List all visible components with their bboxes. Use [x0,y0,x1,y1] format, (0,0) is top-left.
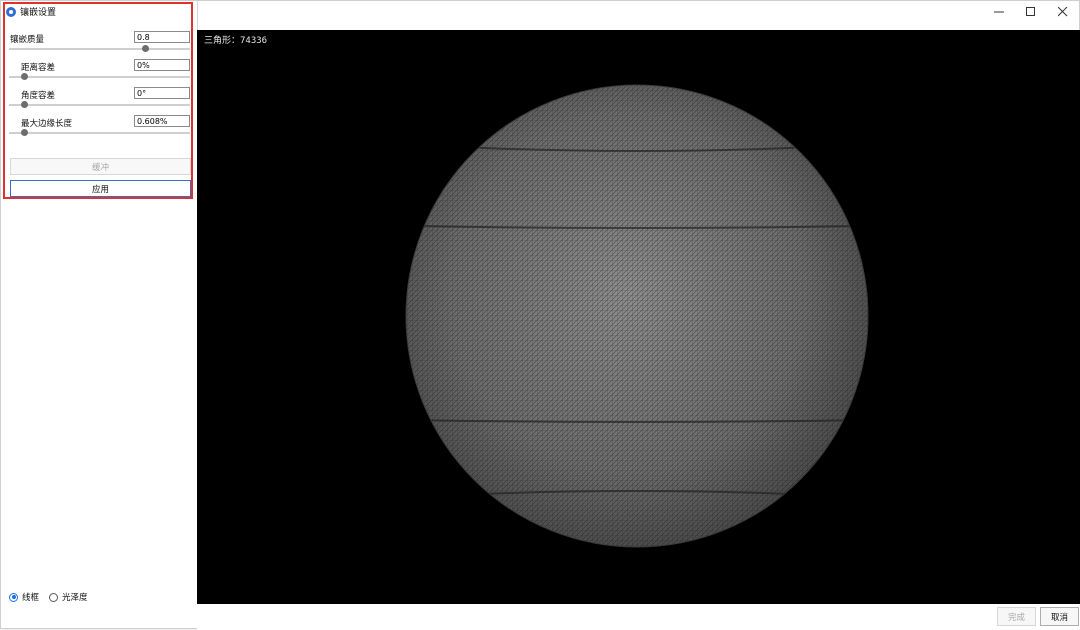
maximize-button[interactable] [1015,1,1047,23]
slider-thumb[interactable] [21,101,28,108]
view-mode-gloss-label: 光泽度 [62,593,88,603]
settings-sidebar: 镶嵌设置 镶嵌质量 距离容差 角度容差 最大边缘长度 缓冲 [1,1,198,606]
reset-button[interactable]: 缓冲 [10,158,191,175]
window-controls [983,1,1079,23]
close-button[interactable] [1047,1,1079,23]
minimize-icon [994,11,1004,13]
slider-thumb[interactable] [21,73,28,80]
minimize-button[interactable] [983,1,1015,23]
close-icon [1058,7,1068,17]
radio-checked-icon[interactable] [9,592,18,602]
sphere-wireframe [405,84,869,548]
slider-track [9,132,190,134]
done-button[interactable]: 完成 [997,607,1036,626]
slider-thumb[interactable] [141,45,149,52]
panel-title: 镶嵌设置 [20,8,57,18]
slider-track [9,48,190,50]
app-logo-icon [6,6,16,17]
apply-button[interactable]: 应用 [10,180,191,197]
distance-tolerance-input[interactable] [134,59,190,71]
max-edge-length-input[interactable] [134,115,190,127]
angle-tolerance-input[interactable] [134,87,190,99]
tessellation-window: 镶嵌设置 镶嵌质量 距离容差 角度容差 最大边缘长度 缓冲 [0,0,1080,630]
panel-header: 镶嵌设置 [6,5,56,18]
radio-unchecked-icon[interactable] [49,592,59,602]
view-mode-group: 线框 光泽度 [9,591,88,603]
max-edge-length-label: 最大边缘长度 [21,119,73,129]
cancel-button[interactable]: 取消 [1040,607,1079,626]
view-mode-gloss[interactable]: 光泽度 [49,591,88,603]
slider-track [9,76,190,78]
quality-label: 镶嵌质量 [10,35,45,45]
quality-slider[interactable] [9,45,190,53]
footer-bar [197,604,1080,630]
distance-tolerance-label: 距离容差 [21,63,56,73]
slider-thumb[interactable] [21,129,28,136]
distance-tolerance-slider[interactable] [9,73,190,81]
view-mode-wireframe-label: 线框 [22,593,40,603]
slider-track [9,104,190,106]
max-edge-length-slider[interactable] [9,129,190,137]
view-mode-wireframe[interactable]: 线框 [9,591,39,603]
angle-tolerance-label: 角度容差 [21,91,56,101]
3d-viewport[interactable]: 三角形：74336 [197,30,1080,604]
quality-input[interactable] [134,31,190,43]
angle-tolerance-slider[interactable] [9,101,190,109]
maximize-icon [1026,7,1035,16]
